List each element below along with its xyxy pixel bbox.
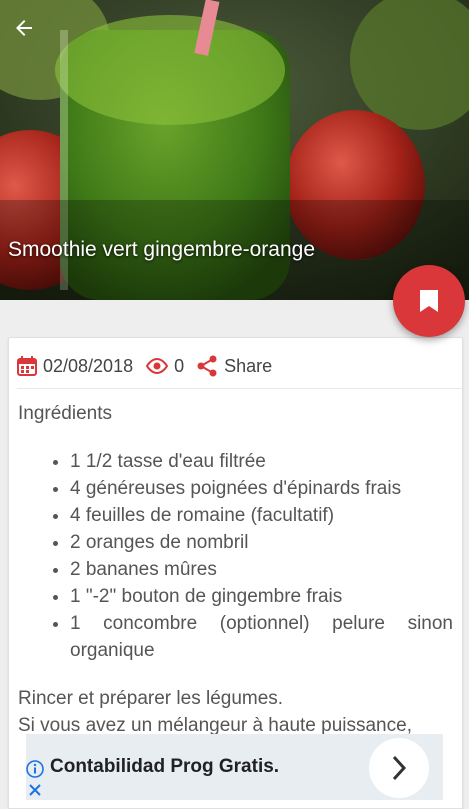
list-item: 4 généreuses poignées d'épinards frais bbox=[70, 475, 453, 502]
chevron-right-icon bbox=[392, 755, 407, 781]
back-button[interactable] bbox=[12, 16, 52, 56]
list-item: 2 bananes mûres bbox=[70, 556, 453, 583]
recipe-meta: 02/08/2018 0 Share bbox=[17, 354, 272, 378]
share-icon bbox=[196, 355, 218, 377]
list-item: 1 1/2 tasse d'eau filtrée bbox=[70, 448, 453, 475]
ingredients-list: 1 1/2 tasse d'eau filtrée 4 généreuses p… bbox=[18, 448, 453, 664]
ad-banner[interactable]: Contabilidad Prog Gratis. bbox=[26, 734, 443, 800]
close-icon bbox=[29, 784, 41, 796]
ad-open-button[interactable] bbox=[369, 738, 429, 798]
list-item: 1 "-2" bouton de gingembre frais bbox=[70, 583, 453, 610]
ad-close-button[interactable] bbox=[25, 780, 45, 800]
list-item: 1 concombre (optionnel) pelure sinon org… bbox=[70, 610, 453, 664]
meta-divider bbox=[17, 388, 462, 389]
publish-date: 02/08/2018 bbox=[43, 355, 134, 376]
ad-text[interactable]: Contabilidad Prog Gratis. bbox=[50, 756, 279, 778]
share-button[interactable]: Share bbox=[196, 355, 272, 377]
eye-icon bbox=[145, 358, 169, 374]
arrow-left-icon bbox=[16, 20, 32, 36]
ingredients-heading: Ingrédients bbox=[18, 403, 113, 424]
recipe-content: Ingrédients 1 1/2 tasse d'eau filtrée 4 … bbox=[18, 400, 453, 739]
bookmark-button[interactable] bbox=[393, 265, 465, 337]
info-icon[interactable] bbox=[26, 760, 44, 778]
instructions-line-1: Rincer et préparer les légumes. bbox=[18, 688, 284, 709]
recipe-title: Smoothie vert gingembre-orange bbox=[8, 238, 316, 261]
list-item: 2 oranges de nombril bbox=[70, 529, 453, 556]
view-count: 0 bbox=[174, 355, 185, 376]
bookmark-icon bbox=[420, 290, 438, 312]
list-item: 4 feuilles de romaine (facultatif) bbox=[70, 502, 453, 529]
calendar-icon bbox=[17, 356, 37, 376]
share-label: Share bbox=[224, 355, 273, 376]
recipe-hero-image: Smoothie vert gingembre-orange bbox=[0, 0, 469, 300]
